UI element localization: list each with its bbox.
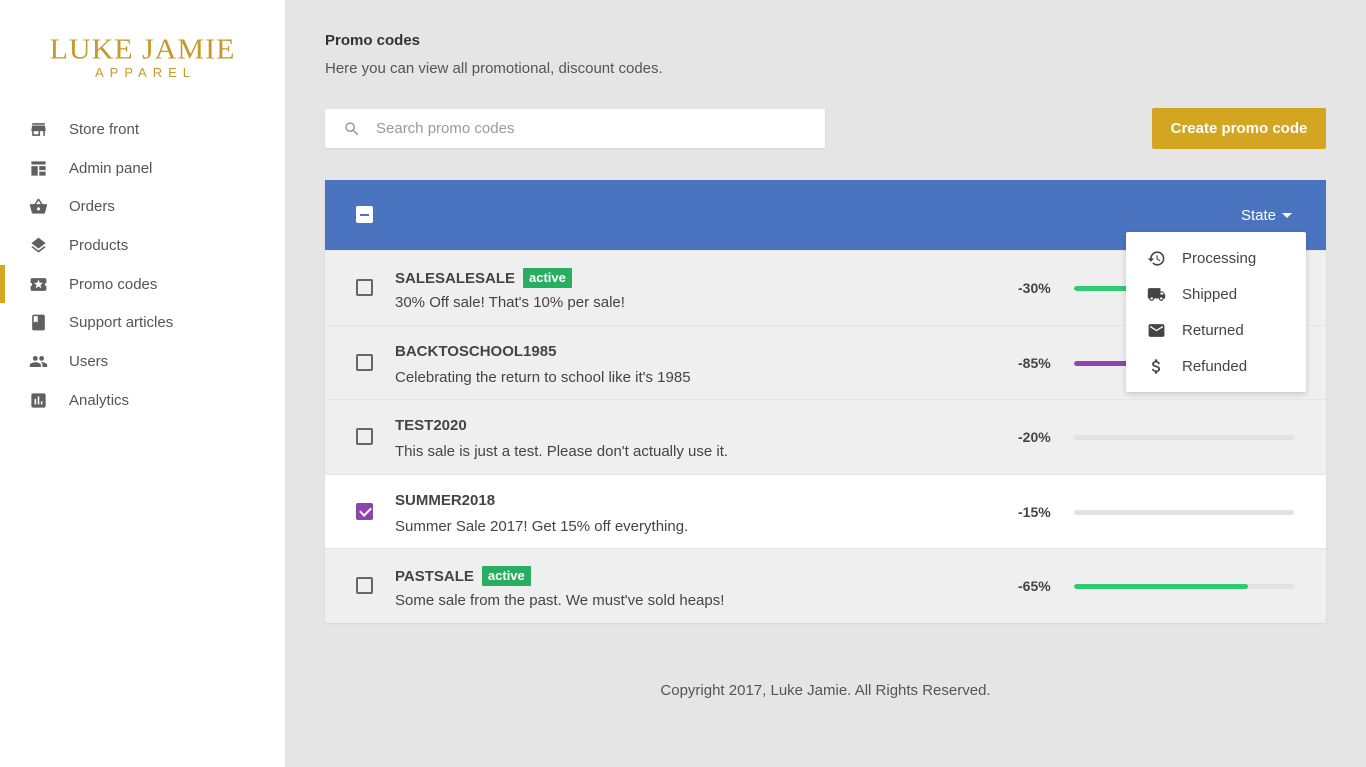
table-row[interactable]: TEST2020 This sale is just a test. Please… [325, 399, 1326, 474]
promo-code: SUMMER2018 [395, 491, 496, 509]
usage-progress-bar [1074, 584, 1294, 590]
row-checkbox[interactable] [356, 353, 373, 371]
page-subtitle: Here you can view all promotional, disco… [325, 60, 663, 77]
dashboard-icon [28, 158, 48, 178]
sidebar-item-label: Admin panel [69, 159, 153, 177]
footer-copyright: Copyright 2017, Luke Jamie. All Rights R… [660, 682, 991, 699]
discount-value: -85% [1018, 354, 1051, 371]
sidebar-item-label: Store front [69, 120, 140, 138]
discount-value: -15% [1018, 503, 1051, 520]
usage-progress-bar [1074, 509, 1294, 515]
promo-description: This sale is just a test. Please don't a… [395, 443, 729, 461]
status-badge: active [481, 566, 531, 587]
layers-icon [28, 235, 48, 255]
sidebar-item-label: Orders [69, 198, 115, 216]
promo-description: Some sale from the past. We must've sold… [395, 592, 725, 610]
promo-description: 30% Off sale! That's 10% per sale! [395, 294, 625, 311]
users-icon [28, 351, 48, 371]
sidebar-item-label: Users [69, 352, 109, 370]
search-input[interactable] [376, 120, 796, 137]
state-menu-item-processing[interactable]: Processing [1126, 240, 1306, 276]
sidebar-nav: Store front Admin panel Orders Products … [0, 110, 285, 420]
state-menu-label: Processing [1182, 249, 1257, 267]
chart-icon [28, 390, 48, 410]
promo-code: PASTSALE [395, 567, 474, 585]
sidebar-item-admin-panel[interactable]: Admin panel [0, 149, 285, 188]
state-menu: Processing Shipped Returned Refunded [1126, 232, 1306, 392]
sidebar-item-label: Promo codes [69, 275, 158, 293]
sidebar-item-products[interactable]: Products [0, 226, 285, 265]
promo-code-line: PASTSALE active [395, 566, 531, 587]
discount-value: -20% [1018, 429, 1051, 446]
usage-progress-bar [1074, 435, 1294, 441]
book-icon [28, 313, 48, 333]
sidebar-item-orders[interactable]: Orders [0, 187, 285, 226]
discount-value: -30% [1018, 280, 1051, 296]
state-menu-item-returned[interactable]: Returned [1126, 312, 1306, 348]
sidebar-item-store-front[interactable]: Store front [0, 110, 285, 149]
brand-name: LUKE JAMIE [49, 33, 236, 66]
table-row[interactable]: PASTSALE active Some sale from the past. W… [325, 548, 1326, 623]
promo-code-line: BACKTOSCHOOL1985 [395, 343, 556, 360]
sidebar-item-label: Analytics [69, 391, 130, 409]
sidebar-item-users[interactable]: Users [0, 342, 285, 381]
table-row[interactable]: SUMMER2018 Summer Sale 2017! Get 15% off … [325, 473, 1326, 549]
caret-down-icon [1282, 213, 1292, 218]
sidebar-item-promo-codes[interactable]: Promo codes [0, 264, 285, 304]
promo-code: TEST2020 [395, 417, 467, 435]
search-icon [343, 120, 361, 138]
state-menu-label: Returned [1182, 321, 1244, 339]
promo-code-line: SALESALESALE active [395, 268, 572, 288]
page-title: Promo codes [325, 32, 421, 49]
state-dropdown-label: State [1240, 207, 1276, 224]
promo-code-line: SUMMER2018 [395, 492, 495, 509]
discount-value: -65% [1018, 578, 1051, 595]
select-all-checkbox[interactable] [356, 206, 373, 223]
state-menu-label: Shipped [1182, 285, 1238, 303]
history-icon [1146, 248, 1166, 268]
promo-description: Celebrating the return to school like it… [395, 368, 691, 386]
status-badge: active [523, 268, 572, 288]
row-checkbox[interactable] [356, 577, 373, 595]
search-box[interactable] [325, 109, 825, 148]
promo-code: BACKTOSCHOOL1985 [395, 342, 557, 360]
ticket-icon [28, 274, 48, 294]
promo-code-line: TEST2020 [395, 417, 467, 434]
promo-description: Summer Sale 2017! Get 15% off everything… [395, 517, 689, 535]
state-dropdown[interactable]: State [1241, 207, 1292, 224]
store-icon [28, 119, 48, 139]
basket-icon [28, 197, 48, 217]
sidebar-item-analytics[interactable]: Analytics [0, 381, 285, 420]
row-checkbox[interactable] [356, 502, 373, 520]
usage-progress-fill [1074, 584, 1248, 590]
truck-icon [1146, 284, 1166, 304]
state-menu-label: Refunded [1182, 357, 1248, 375]
mail-icon [1146, 320, 1166, 340]
sidebar-item-support-articles[interactable]: Support articles [0, 303, 285, 342]
brand-tagline: APPAREL [94, 65, 196, 80]
promo-code: SALESALESALE [395, 269, 516, 287]
sidebar-item-label: Products [69, 236, 129, 254]
sidebar-item-label: Support articles [69, 314, 174, 332]
state-menu-item-refunded[interactable]: Refunded [1126, 348, 1306, 384]
state-menu-item-shipped[interactable]: Shipped [1126, 276, 1306, 312]
brand-logo[interactable]: LUKE JAMIE APPAREL [0, 34, 285, 80]
row-checkbox[interactable] [356, 428, 373, 446]
row-checkbox[interactable] [356, 279, 373, 296]
create-promo-code-button[interactable]: Create promo code [1152, 108, 1326, 149]
sidebar: LUKE JAMIE APPAREL Store front Admin pan… [0, 0, 285, 767]
dollar-icon [1146, 356, 1166, 376]
